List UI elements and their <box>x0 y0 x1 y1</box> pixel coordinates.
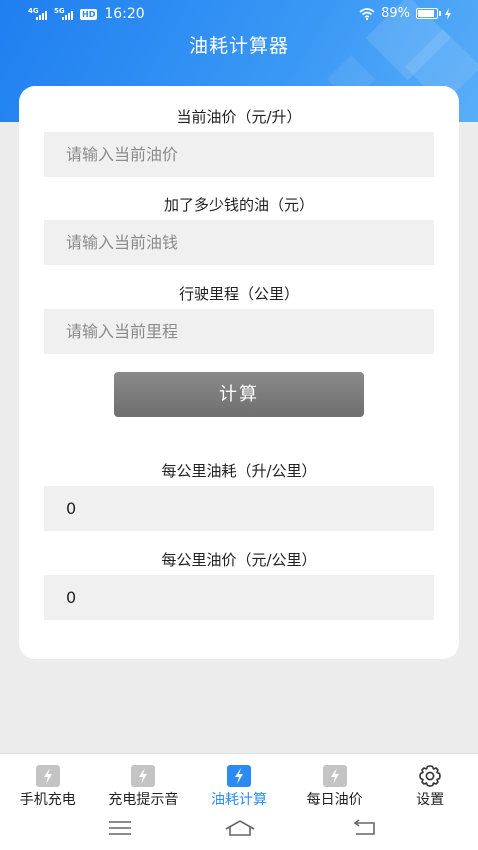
home-icon[interactable] <box>224 819 256 837</box>
clock: 16:20 <box>104 6 145 22</box>
charging-icon <box>445 7 451 20</box>
cost-label: 每公里油价（元/公里） <box>161 551 317 569</box>
price-input[interactable] <box>44 132 434 177</box>
lightning-icon <box>35 765 60 787</box>
nav-item-settings[interactable]: 设置 <box>382 754 478 809</box>
menu-icon[interactable] <box>108 819 132 837</box>
status-right: 89% <box>359 6 452 21</box>
signal-bars-icon <box>36 11 47 20</box>
nav-item-phone-charging[interactable]: 手机充电 <box>0 754 96 809</box>
calculator-card: 当前油价（元/升） 加了多少钱的油（元） 行驶里程（公里） 计算 每公里油耗（升… <box>19 86 459 659</box>
signal-bars-icon <box>62 11 73 20</box>
gear-icon <box>417 764 443 792</box>
status-left: 4G 5G HD 16:20 <box>28 6 145 22</box>
nav-label: 充电提示音 <box>108 792 179 808</box>
distance-input[interactable] <box>44 309 434 354</box>
nav-label: 手机充电 <box>19 792 76 808</box>
nav-label: 设置 <box>416 792 445 808</box>
system-nav-bar <box>0 809 478 850</box>
cost-value: 0 <box>44 575 434 620</box>
consumption-label: 每公里油耗（升/公里） <box>161 462 317 480</box>
page-title: 油耗计算器 <box>188 35 289 57</box>
lightning-icon <box>131 765 156 787</box>
status-bar: 4G 5G HD 16:20 89% <box>0 0 478 30</box>
nav-label: 每日油价 <box>306 792 363 808</box>
consumption-value: 0 <box>44 486 434 531</box>
distance-label: 行驶里程（公里） <box>178 285 299 303</box>
calculate-button[interactable]: 计算 <box>114 372 364 417</box>
nav-item-charging-sound[interactable]: 充电提示音 <box>96 754 192 809</box>
lightning-icon <box>322 765 347 787</box>
battery-percent: 89% <box>381 6 410 21</box>
nav-item-fuel-calc[interactable]: 油耗计算 <box>191 754 287 809</box>
price-label: 当前油价（元/升） <box>176 108 302 126</box>
nav-item-daily-price[interactable]: 每日油价 <box>287 754 383 809</box>
money-label: 加了多少钱的油（元） <box>163 196 314 214</box>
battery-icon <box>416 8 441 19</box>
nav-label: 油耗计算 <box>210 792 267 808</box>
wifi-icon <box>359 7 375 20</box>
lightning-icon <box>226 765 251 787</box>
bottom-nav: 手机充电 充电提示音 油耗计算 每日油价 设置 <box>0 753 478 809</box>
back-icon[interactable] <box>352 819 378 837</box>
signal-5g: 5G <box>54 7 76 21</box>
money-input[interactable] <box>44 220 434 265</box>
signal-4g: 4G <box>28 7 50 21</box>
screen: 4G 5G HD 16:20 89% 油耗计算器 当前油价（元/升） 请输入当前… <box>0 0 478 850</box>
hd-badge: HD <box>80 8 98 20</box>
